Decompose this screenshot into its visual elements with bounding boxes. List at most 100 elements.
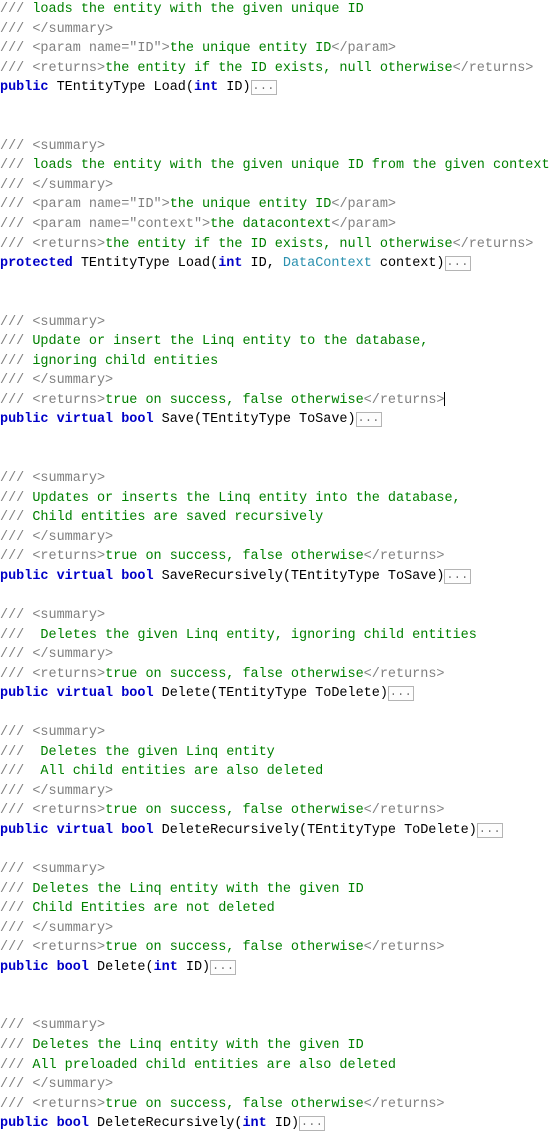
code-line[interactable]: /// <param name="ID">the unique entity I…: [0, 195, 556, 215]
doc-comment-tag: /// <returns>: [0, 236, 106, 252]
code-line[interactable]: /// <returns>true on success, false othe…: [0, 1095, 556, 1115]
code-line[interactable]: /// Deletes the given Linq entity: [0, 743, 556, 763]
doc-comment-tag: </param>: [331, 197, 397, 213]
code-line[interactable]: /// All preloaded child entities are als…: [0, 1056, 556, 1076]
code-line[interactable]: /// <param name="ID">the unique entity I…: [0, 39, 556, 59]
doc-comment-tag: /// </summary>: [0, 783, 114, 799]
code-line[interactable]: /// <summary>: [0, 723, 556, 743]
code-line[interactable]: /// </summary>: [0, 176, 556, 196]
collapsed-region-box[interactable]: ...: [444, 568, 471, 584]
doc-comment-tag: </param>: [331, 41, 397, 57]
code-line[interactable]: /// Deletes the given Linq entity, ignor…: [0, 626, 556, 646]
code-line[interactable]: /// <returns>true on success, false othe…: [0, 547, 556, 567]
code-line-blank[interactable]: [0, 274, 556, 294]
doc-comment-tag: ///: [0, 158, 33, 174]
code-line-blank[interactable]: [0, 117, 556, 137]
collapsed-region-box[interactable]: ...: [250, 80, 277, 96]
code-line[interactable]: public virtual bool DeleteRecursively(TE…: [0, 821, 556, 841]
doc-comment-tag: ///: [0, 627, 33, 643]
code-line-blank[interactable]: [0, 98, 556, 118]
code-line[interactable]: /// <param name="context">the datacontex…: [0, 215, 556, 235]
doc-comment-text: Deletes the given Linq entity, ignoring …: [32, 627, 477, 643]
code-line[interactable]: /// </summary>: [0, 20, 556, 40]
code-line[interactable]: /// <returns>true on success, false othe…: [0, 665, 556, 685]
code-line-blank[interactable]: [0, 704, 556, 724]
code-line[interactable]: public virtual bool Delete(TEntityType T…: [0, 684, 556, 704]
doc-comment-tag: </returns>: [363, 940, 445, 956]
code-line[interactable]: /// <returns>the entity if the ID exists…: [0, 235, 556, 255]
code-line[interactable]: public virtual bool SaveRecursively(TEnt…: [0, 567, 556, 587]
code-line[interactable]: public TEntityType Load(int ID)...: [0, 78, 556, 98]
code-line[interactable]: /// <returns>the entity if the ID exists…: [0, 59, 556, 79]
doc-comment-text: the entity if the ID exists, null otherw…: [105, 60, 453, 76]
code-line[interactable]: /// </summary>: [0, 528, 556, 548]
code-line[interactable]: /// <summary>: [0, 860, 556, 880]
code-line-blank[interactable]: [0, 450, 556, 470]
identifier-token: DeleteRecursively(: [88, 1116, 243, 1132]
code-line[interactable]: public bool DeleteRecursively(int ID)...: [0, 1114, 556, 1134]
code-line[interactable]: /// Deletes the Linq entity with the giv…: [0, 1036, 556, 1056]
code-line[interactable]: public bool Delete(int ID)...: [0, 958, 556, 978]
code-line-blank[interactable]: [0, 841, 556, 861]
code-line[interactable]: /// </summary>: [0, 782, 556, 802]
code-line[interactable]: /// <returns>true on success, false othe…: [0, 938, 556, 958]
code-line-blank[interactable]: [0, 586, 556, 606]
code-line-blank[interactable]: [0, 430, 556, 450]
doc-comment-tag: </returns>: [363, 392, 445, 408]
code-line[interactable]: /// <summary>: [0, 469, 556, 489]
code-line[interactable]: /// loads the entity with the given uniq…: [0, 0, 556, 20]
code-line[interactable]: /// </summary>: [0, 645, 556, 665]
doc-comment-tag: </returns>: [452, 236, 534, 252]
doc-comment-text: Deletes the given Linq entity: [32, 744, 275, 760]
collapsed-region-box[interactable]: ...: [387, 686, 415, 702]
keyword-token: public: [0, 80, 49, 96]
code-line-blank[interactable]: [0, 997, 556, 1017]
code-line[interactable]: /// </summary>: [0, 371, 556, 391]
code-line-blank[interactable]: [0, 977, 556, 997]
collapsed-region-box[interactable]: ...: [299, 1116, 326, 1132]
keyword-token: int: [242, 1116, 267, 1132]
keyword-token: public virtual bool: [0, 686, 154, 702]
collapsed-region-box[interactable]: ...: [476, 822, 504, 838]
collapsed-region-box[interactable]: ...: [210, 959, 237, 975]
code-line[interactable]: /// loads the entity with the given uniq…: [0, 156, 556, 176]
doc-comment-tag: /// <returns>: [0, 803, 106, 819]
doc-comment-tag: /// <returns>: [0, 940, 106, 956]
doc-comment-text: ignoring child entities: [32, 353, 219, 369]
collapsed-region-box[interactable]: ...: [355, 412, 382, 428]
code-line[interactable]: /// Deletes the Linq entity with the giv…: [0, 880, 556, 900]
code-line[interactable]: /// <summary>: [0, 313, 556, 333]
code-line[interactable]: /// Updates or inserts the Linq entity i…: [0, 489, 556, 509]
identifier-token: TEntityType Load(: [48, 80, 194, 96]
code-line[interactable]: /// Child Entities are not deleted: [0, 899, 556, 919]
code-line[interactable]: /// <summary>: [0, 606, 556, 626]
code-line[interactable]: /// Child entities are saved recursively: [0, 508, 556, 528]
code-line[interactable]: /// <returns>true on success, false othe…: [0, 801, 556, 821]
code-line[interactable]: /// ignoring child entities: [0, 352, 556, 372]
doc-comment-tag: /// <returns>: [0, 666, 106, 682]
doc-comment-tag: /// </summary>: [0, 21, 114, 37]
doc-comment-tag: /// </summary>: [0, 1077, 114, 1093]
code-line[interactable]: /// </summary>: [0, 1075, 556, 1095]
keyword-token: public virtual bool: [0, 412, 154, 428]
code-editor-pane[interactable]: /// loads the entity with the given uniq…: [0, 0, 556, 1132]
identifier-token: ID): [218, 80, 251, 96]
code-line[interactable]: /// All child entities are also deleted: [0, 762, 556, 782]
code-line[interactable]: /// <summary>: [0, 1016, 556, 1036]
doc-comment-text: true on success, false otherwise: [105, 549, 364, 565]
doc-comment-tag: /// <summary>: [0, 471, 106, 487]
code-line[interactable]: /// <summary>: [0, 137, 556, 157]
doc-comment-text: true on success, false otherwise: [105, 1096, 364, 1112]
doc-comment-text: the unique entity ID: [169, 41, 332, 57]
identifier-token: Delete(: [88, 959, 154, 975]
identifier-token: SaveRecursively(TEntityType ToSave): [153, 568, 445, 584]
code-line[interactable]: /// </summary>: [0, 919, 556, 939]
code-line[interactable]: /// <returns>true on success, false othe…: [0, 391, 556, 411]
code-line-blank[interactable]: [0, 293, 556, 313]
code-line[interactable]: protected TEntityType Load(int ID, DataC…: [0, 254, 556, 274]
doc-comment-tag: </returns>: [363, 803, 445, 819]
doc-comment-text: true on success, false otherwise: [105, 392, 364, 408]
code-line[interactable]: /// Update or insert the Linq entity to …: [0, 332, 556, 352]
collapsed-region-box[interactable]: ...: [444, 256, 471, 272]
code-line[interactable]: public virtual bool Save(TEntityType ToS…: [0, 410, 556, 430]
